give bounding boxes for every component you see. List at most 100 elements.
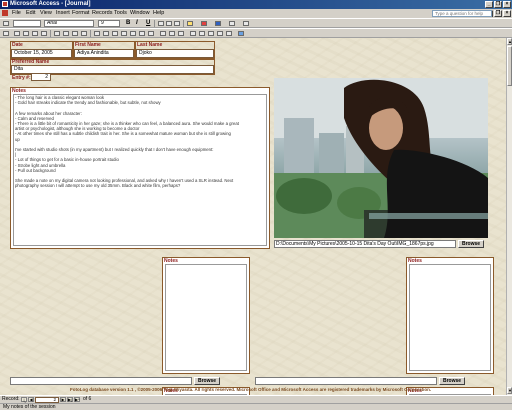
code-icon[interactable] <box>217 31 223 36</box>
view-icon[interactable] <box>3 31 9 36</box>
undo-icon[interactable] <box>94 31 100 36</box>
menu-view[interactable]: View <box>40 10 52 16</box>
save-icon[interactable] <box>14 31 20 36</box>
properties-icon[interactable] <box>208 31 214 36</box>
underline-button[interactable]: U <box>146 20 150 26</box>
notes-panel-empty: Notes <box>162 257 250 374</box>
find-icon[interactable] <box>160 31 166 36</box>
title-bar: Microsoft Access - [Journal] _ ❐ × <box>0 0 512 9</box>
last-name-field[interactable]: Djoko <box>136 49 214 58</box>
menu-edit[interactable]: Edit <box>26 10 35 16</box>
filter-by-selection-icon[interactable] <box>130 31 136 36</box>
minimize-button[interactable]: _ <box>485 1 493 8</box>
object-icon[interactable] <box>3 21 9 26</box>
menu-insert[interactable]: Insert <box>56 10 70 16</box>
line-width-icon[interactable] <box>229 21 235 26</box>
photo-browse-button[interactable]: Browse <box>439 377 465 385</box>
notes-textarea[interactable] <box>165 264 247 371</box>
new-object-icon[interactable] <box>199 31 205 36</box>
date-field[interactable]: October 15, 2005 <box>11 49 72 58</box>
close-button[interactable]: × <box>503 1 511 8</box>
notes-textarea[interactable]: - The long hair is a classic elegant wom… <box>13 94 267 246</box>
menu-help[interactable]: Help <box>153 10 164 16</box>
scroll-thumb[interactable] <box>507 46 512 86</box>
photo-browse-button[interactable]: Browse <box>458 240 484 248</box>
date-label: Date <box>12 42 23 48</box>
new-record-nav-icon[interactable]: ▶* <box>74 397 80 402</box>
align-center-icon[interactable] <box>166 21 172 26</box>
last-record-icon[interactable]: ▶| <box>67 397 73 402</box>
special-effect-icon[interactable] <box>243 21 249 26</box>
first-name-field[interactable]: Adiya Anindita <box>74 49 134 58</box>
formatting-toolbar: Arial 9 B I U <box>0 18 512 28</box>
apply-filter-icon[interactable] <box>148 31 154 36</box>
status-text: My notes of the session <box>3 404 56 410</box>
copyright-text: FotoLog database version 1.1 , ©2005-200… <box>70 387 432 392</box>
line-color-icon[interactable] <box>215 21 221 26</box>
help-icon[interactable] <box>238 31 244 36</box>
object-combo[interactable] <box>13 20 41 27</box>
insert-hyperlink-icon[interactable] <box>103 31 109 36</box>
form-icon[interactable] <box>2 10 8 16</box>
previous-record-icon[interactable]: ◀ <box>28 397 34 402</box>
scroll-down-arrow-icon[interactable]: ▼ <box>507 387 512 394</box>
fill-color-icon[interactable] <box>187 21 193 26</box>
doc-close-button[interactable]: × <box>503 10 511 17</box>
record-label: Record: <box>2 396 20 402</box>
photo-path-field[interactable] <box>10 377 192 385</box>
entry-number-label: Entry #: <box>12 75 31 81</box>
toolbar-separator <box>90 30 91 37</box>
first-record-icon[interactable]: |◀ <box>21 397 27 406</box>
entry-number-field[interactable]: 2 <box>31 73 51 81</box>
font-combo[interactable]: Arial <box>44 20 94 27</box>
notes-text-line: photography session I will attempt to us… <box>15 183 181 189</box>
notes-text-line: - At other times she still has a subtle … <box>15 131 231 137</box>
help-search-input[interactable] <box>432 10 492 17</box>
notes-panel: Notes - The long hair is a classic elega… <box>10 87 270 249</box>
paste-icon[interactable] <box>72 31 78 36</box>
delete-record-icon[interactable] <box>178 31 184 36</box>
doc-restore-button[interactable]: ❐ <box>494 10 502 17</box>
menu-format[interactable]: Format <box>72 10 89 16</box>
record-count: of 6 <box>83 396 92 402</box>
print-preview-icon[interactable] <box>32 31 38 36</box>
font-color-icon[interactable] <box>201 21 207 26</box>
sort-ascending-icon[interactable] <box>112 31 118 36</box>
size-combo[interactable]: 9 <box>98 20 120 27</box>
new-record-icon[interactable] <box>169 31 175 36</box>
scroll-up-arrow-icon[interactable]: ▲ <box>507 38 512 45</box>
filter-by-form-icon[interactable] <box>139 31 145 36</box>
status-bar: My notes of the session <box>0 403 512 410</box>
notes-textarea[interactable] <box>409 264 491 371</box>
menu-tools[interactable]: Tools <box>114 10 127 16</box>
print-icon[interactable] <box>23 31 29 36</box>
toolbar-separator <box>183 20 184 27</box>
cut-icon[interactable] <box>54 31 60 36</box>
sort-descending-icon[interactable] <box>121 31 127 36</box>
form-view-toolbar <box>0 28 512 38</box>
format-painter-icon[interactable] <box>81 31 87 36</box>
italic-button[interactable]: I <box>136 20 138 26</box>
photo-browse-button[interactable]: Browse <box>194 377 220 385</box>
spelling-icon[interactable] <box>41 31 47 36</box>
photo-path-field[interactable] <box>255 377 437 385</box>
bold-button[interactable]: B <box>126 20 130 26</box>
portrait-photo[interactable] <box>274 78 488 238</box>
align-right-icon[interactable] <box>174 21 180 26</box>
relationships-icon[interactable] <box>226 31 232 36</box>
menu-records[interactable]: Records <box>92 10 112 16</box>
copy-icon[interactable] <box>63 31 69 36</box>
menu-window[interactable]: Window <box>130 10 150 16</box>
photo-path-field[interactable]: D:\Documents\My Pictures\2005-10-15 Dita… <box>274 240 456 248</box>
first-name-label: First Name <box>75 42 101 48</box>
last-name-label: Last Name <box>137 42 163 48</box>
journal-form: Date First Name Last Name October 15, 20… <box>0 38 506 395</box>
next-record-icon[interactable]: ▶ <box>60 397 66 402</box>
align-left-icon[interactable] <box>158 21 164 26</box>
vertical-scrollbar[interactable]: ▲ ▼ <box>506 38 512 395</box>
database-window-icon[interactable] <box>190 31 196 36</box>
access-app-icon[interactable] <box>2 1 8 7</box>
menu-file[interactable]: File <box>12 10 21 16</box>
record-navigator: Record: |◀ ◀ 2 ▶ ▶| ▶* of 6 <box>0 395 512 406</box>
maximize-button[interactable]: ❐ <box>494 1 502 8</box>
